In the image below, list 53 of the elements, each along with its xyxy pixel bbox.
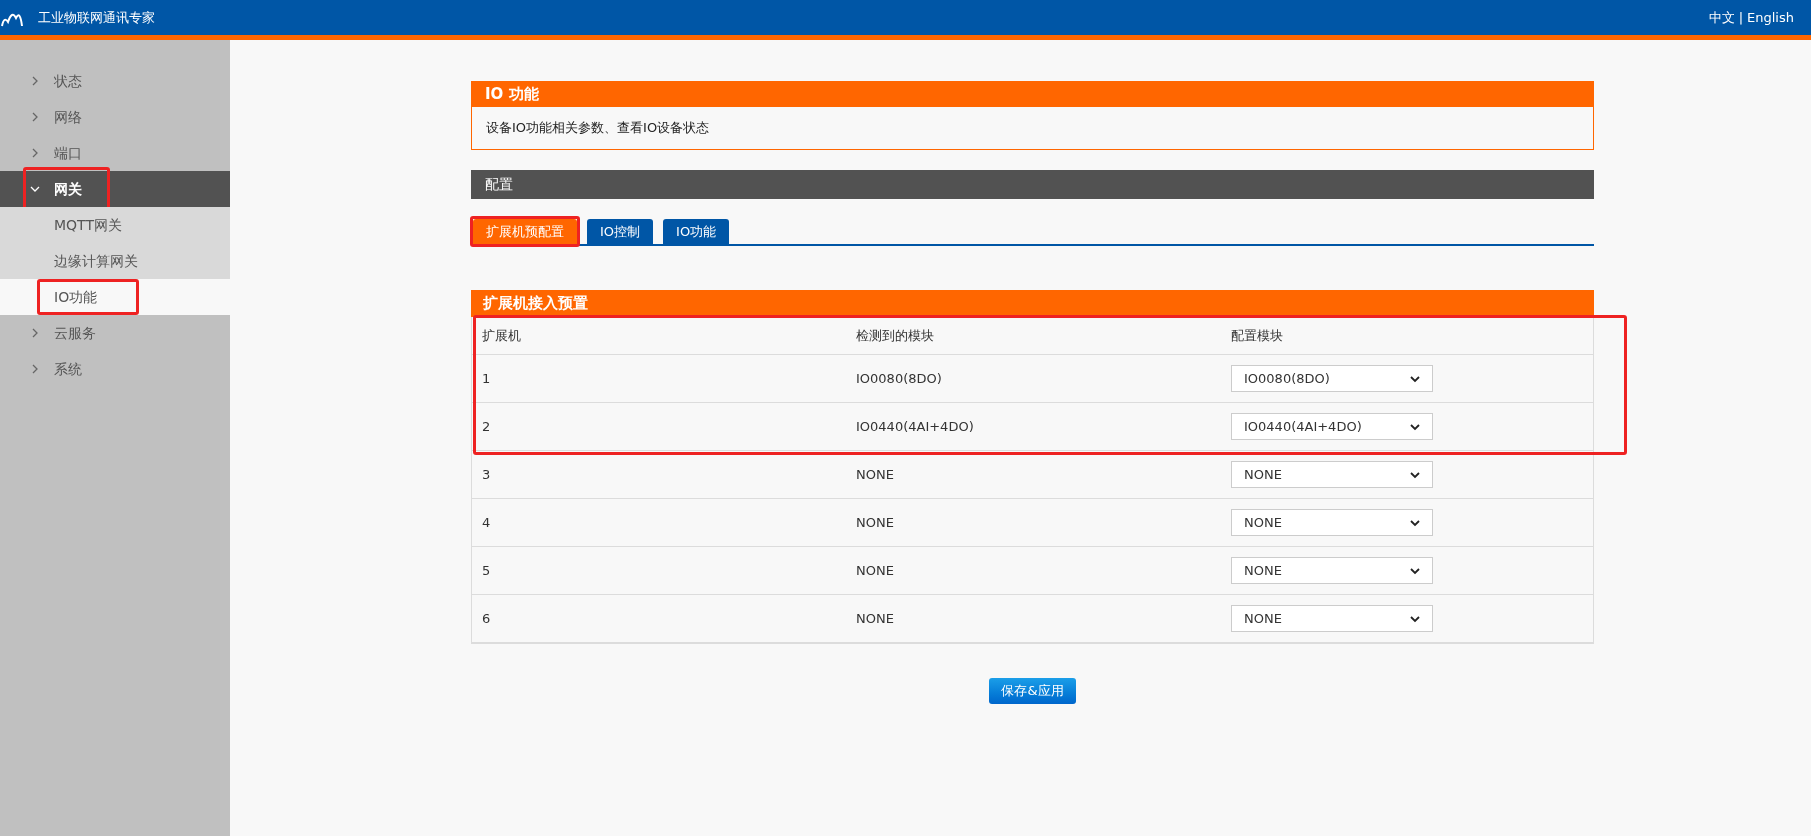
table-cell-text: 3 xyxy=(481,466,492,484)
save-apply-button[interactable]: 保存&应用 xyxy=(989,678,1076,704)
table-cell-text: 5 xyxy=(481,562,492,580)
language-link[interactable]: English xyxy=(1747,7,1794,28)
submenu-item[interactable]: MQTT网关 xyxy=(0,207,230,243)
page-title-bar: IO 功能 xyxy=(471,81,1594,107)
module-select[interactable]: NONE xyxy=(1231,557,1433,584)
caret-icon xyxy=(1410,614,1420,623)
chevron-icon xyxy=(30,112,40,122)
table-cell-text: NONE xyxy=(856,514,895,532)
brand-title: 工业物联网通讯专家 xyxy=(38,8,155,27)
caret-icon xyxy=(1410,470,1420,479)
section-title-bar: 配置 xyxy=(471,170,1594,199)
separator: | xyxy=(1738,8,1744,27)
table-cell-text: 4 xyxy=(481,514,492,532)
sidebar-item[interactable]: 网络 xyxy=(0,99,230,135)
table-cell-text: NONE xyxy=(856,610,895,628)
caret-icon xyxy=(1410,374,1420,383)
table-cell-text: 6 xyxy=(481,610,492,628)
chevron-icon xyxy=(30,184,40,194)
module-select[interactable]: NONE xyxy=(1231,461,1433,488)
column-header: 配置模块 xyxy=(1231,326,1283,345)
table-title-bar: 扩展机接入预置 xyxy=(471,290,1594,317)
table-cell-text: NONE xyxy=(856,562,895,580)
chevron-icon xyxy=(30,328,40,338)
sidebar-item[interactable]: 状态 xyxy=(0,63,230,99)
sidebar-item[interactable]: 系统 xyxy=(0,351,230,387)
caret-icon xyxy=(1410,422,1420,431)
caret-icon xyxy=(1410,518,1420,527)
table-cell-text: 1 xyxy=(481,370,492,388)
table-cell-text: 2 xyxy=(481,418,492,436)
module-select[interactable]: NONE xyxy=(1231,605,1433,632)
chevron-icon xyxy=(30,148,40,158)
sidebar-item[interactable]: 云服务 xyxy=(0,315,230,351)
column-header: 检测到的模块 xyxy=(856,326,935,345)
caret-icon xyxy=(1410,566,1420,575)
table-cell-text: NONE xyxy=(856,466,895,484)
sidebar-item[interactable]: 端口 xyxy=(0,135,230,171)
tab[interactable]: IO控制 xyxy=(587,219,654,244)
table-cell-text: IO0080(8DO) xyxy=(856,370,943,388)
submenu-item[interactable]: 边缘计算网关 xyxy=(0,243,230,279)
module-select[interactable]: NONE xyxy=(1231,509,1433,536)
tab[interactable]: IO功能 xyxy=(663,219,730,244)
chevron-icon xyxy=(30,364,40,374)
submenu-item[interactable]: IO功能 xyxy=(0,279,230,315)
sidebar-item[interactable]: 网关 xyxy=(0,171,230,207)
column-header: 扩展机 xyxy=(481,326,522,345)
module-select[interactable]: IO0080(8DO) xyxy=(1231,365,1433,392)
module-select[interactable]: IO0440(4AI+4DO) xyxy=(1231,413,1433,440)
chevron-icon xyxy=(30,76,40,86)
table-cell-text: IO0440(4AI+4DO) xyxy=(856,418,975,436)
page-description: 设备IO功能相关参数、查看IO设备状态 xyxy=(471,107,1594,150)
language-link[interactable]: 中文 xyxy=(1708,7,1735,28)
